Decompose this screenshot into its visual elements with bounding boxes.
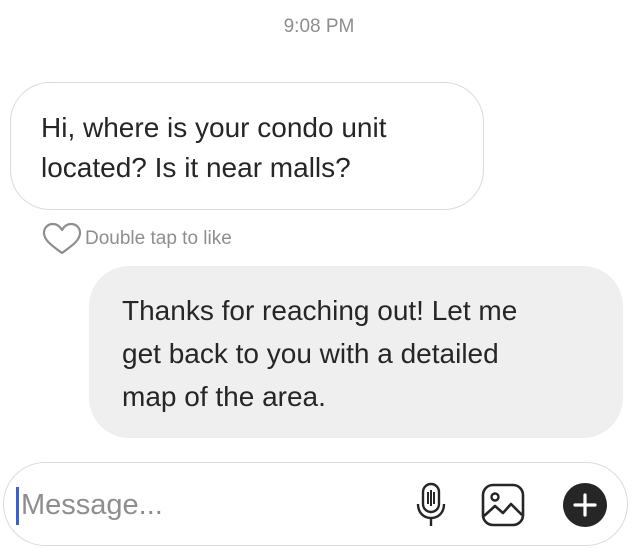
message-timestamp: 9:08 PM xyxy=(283,16,355,37)
more-options-button[interactable] xyxy=(560,481,610,529)
outgoing-message-line: Thanks for reaching out! Let me xyxy=(122,295,518,326)
outgoing-message-line: map of the area. xyxy=(122,381,326,412)
incoming-message-line: Hi, where is your condo unit xyxy=(41,112,387,143)
incoming-message-line: located? Is it near malls? xyxy=(41,152,351,183)
send-image-button[interactable] xyxy=(478,481,528,529)
incoming-message-bubble[interactable]: Hi, where is your condo unit located? Is… xyxy=(10,82,484,210)
text-caret xyxy=(16,487,19,525)
like-hint[interactable]: Double tap to like xyxy=(42,222,232,256)
plus-icon xyxy=(562,482,608,528)
heart-icon[interactable] xyxy=(42,222,82,256)
message-input[interactable] xyxy=(21,483,381,527)
microphone-icon xyxy=(416,482,446,528)
message-composer xyxy=(3,462,628,546)
voice-message-button[interactable] xyxy=(409,481,453,529)
outgoing-message-bubble[interactable]: Thanks for reaching out! Let me get back… xyxy=(89,266,623,438)
like-hint-label: Double tap to like xyxy=(85,228,232,249)
outgoing-message-line: get back to you with a detailed xyxy=(122,338,499,369)
image-icon xyxy=(481,483,525,527)
